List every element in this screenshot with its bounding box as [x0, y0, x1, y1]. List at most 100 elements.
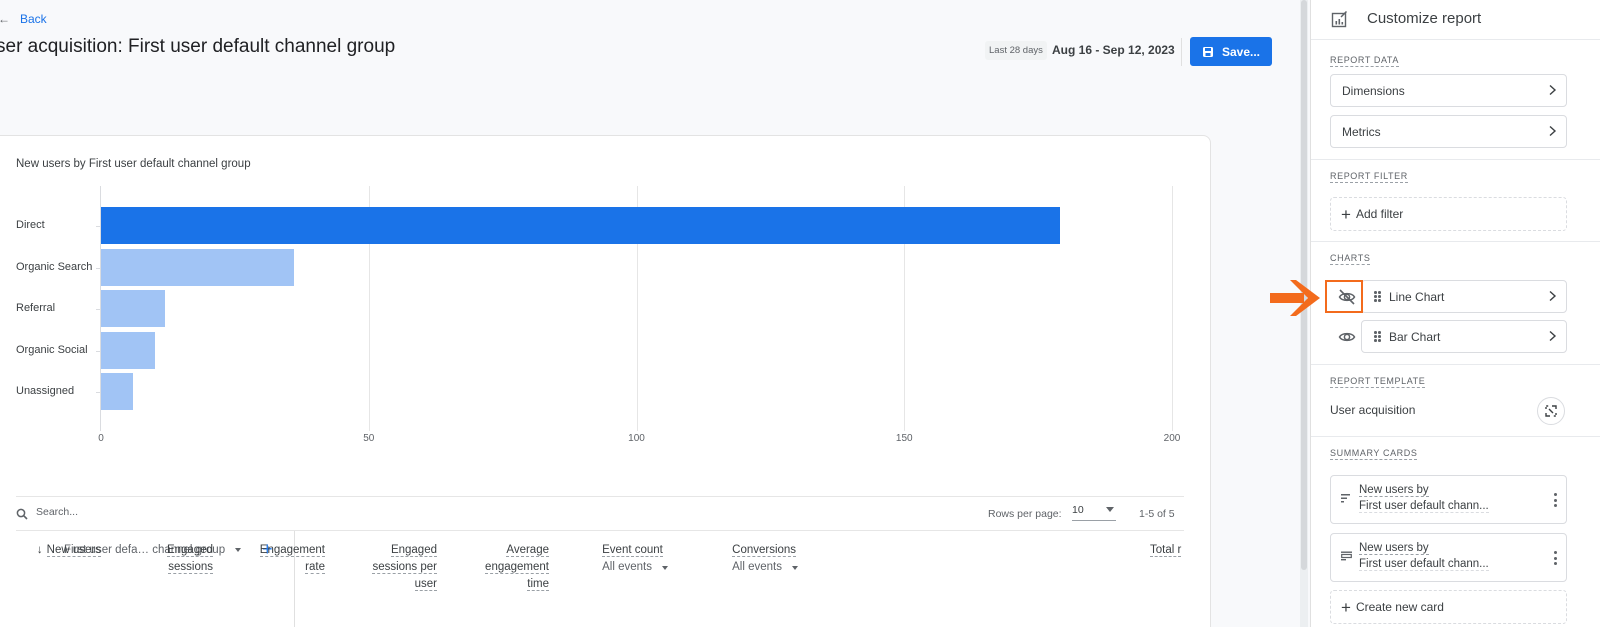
- column-header[interactable]: Event count All events: [602, 542, 668, 576]
- panel-header: Customize report: [1311, 0, 1600, 40]
- rows-per-page-label: Rows per page:: [988, 508, 1062, 520]
- chevron-right-icon: [1549, 330, 1557, 342]
- more-vert-icon[interactable]: [1554, 551, 1558, 565]
- x-tick-label: 200: [1163, 433, 1181, 444]
- rows-per-page-value: 10: [1072, 504, 1084, 516]
- section-divider: [1311, 436, 1600, 437]
- caret-down-icon: [1106, 507, 1114, 512]
- column-header-label: Total r: [1150, 544, 1182, 557]
- summary-card-title: New users by: [1359, 542, 1429, 555]
- column-header-label: Engaged: [166, 544, 213, 557]
- arrow-down-icon: ↓: [36, 544, 43, 556]
- drag-handle-icon[interactable]: [1374, 291, 1381, 302]
- section-label-report-template: REPORT TEMPLATE: [1330, 376, 1426, 388]
- save-label: Save...: [1221, 44, 1261, 59]
- unlink-template-button[interactable]: [1537, 397, 1565, 425]
- column-header-label: user: [414, 578, 437, 591]
- bar[interactable]: [101, 373, 134, 410]
- column-header[interactable]: Average engagement time: [485, 542, 549, 593]
- column-header[interactable]: Engaged sessions: [166, 542, 213, 576]
- summary-card[interactable]: New users by First user default chann...: [1330, 533, 1567, 582]
- column-header-label: New users: [46, 544, 101, 557]
- search-icon: [16, 508, 28, 520]
- column-header-label: rate: [305, 561, 325, 574]
- bar[interactable]: [101, 331, 155, 369]
- column-header[interactable]: Engagement rate: [259, 542, 325, 576]
- column-header-label: engagement: [485, 561, 549, 574]
- table-chart-icon: [1341, 551, 1352, 561]
- bar[interactable]: [101, 290, 166, 327]
- chart-item-label: Line Chart: [1389, 289, 1445, 304]
- add-filter-button[interactable]: + Add filter: [1330, 197, 1567, 231]
- caret-down-icon: [662, 565, 668, 570]
- section-label-report-filter: REPORT FILTER: [1330, 171, 1408, 183]
- chart-item-line-chart[interactable]: Line Chart: [1361, 280, 1567, 313]
- header-divider: [1181, 38, 1182, 66]
- plus-icon: +: [1341, 597, 1351, 617]
- column-header-label: Conversions: [732, 544, 797, 557]
- annotation-highlight-box: [1325, 280, 1363, 313]
- summary-card[interactable]: New users by First user default chann...: [1330, 475, 1567, 524]
- date-range-picker[interactable]: Aug 16 - Sep 12, 2023: [1052, 43, 1175, 57]
- eye-icon[interactable]: [1337, 327, 1357, 347]
- create-card-label: Create new card: [1355, 600, 1444, 614]
- column-header[interactable]: Conversions All events: [732, 542, 798, 576]
- column-header[interactable]: Total r: [1150, 542, 1184, 559]
- customize-report-panel: Customize report REPORT DATA Dimensions …: [1310, 0, 1600, 627]
- x-tick-label: 50: [363, 433, 375, 444]
- bar-chart: 0 50 100 150 200 Direct Organic Search Referral…: [0, 180, 1200, 460]
- column-filter-label: All events: [602, 561, 652, 573]
- metrics-button[interactable]: Metrics: [1330, 115, 1567, 148]
- column-header-label: Engagement: [259, 544, 325, 557]
- x-tick-label: 150: [895, 433, 913, 444]
- column-filter-dropdown[interactable]: All events: [602, 559, 668, 576]
- summary-card-subtitle: First user default chann...: [1359, 500, 1489, 513]
- section-label-charts: CHARTS: [1330, 253, 1371, 265]
- column-header-label: Event count: [602, 544, 663, 557]
- section-divider: [1311, 241, 1600, 242]
- category-label: Organic Social: [16, 343, 88, 356]
- chart-item-bar-chart[interactable]: Bar Chart: [1361, 320, 1567, 353]
- gridline: [1172, 186, 1173, 431]
- category-label: Direct: [16, 219, 45, 231]
- date-preset-chip[interactable]: Last 28 days: [985, 41, 1047, 60]
- unlink-icon: [1545, 405, 1557, 417]
- section-divider: [1311, 159, 1600, 160]
- drag-handle-icon[interactable]: [1374, 331, 1381, 342]
- category-label: Referral: [16, 302, 56, 314]
- column-filter-dropdown[interactable]: All events: [732, 559, 798, 576]
- chevron-right-icon: [1549, 84, 1557, 96]
- more-vert-icon[interactable]: [1554, 493, 1558, 507]
- add-filter-label: Add filter: [1355, 207, 1404, 221]
- column-header-label: sessions per: [372, 561, 437, 574]
- category-label: Organic Search: [16, 260, 93, 273]
- bar[interactable]: [101, 207, 1060, 244]
- dimensions-button[interactable]: Dimensions: [1330, 74, 1567, 107]
- dimensions-label: Dimensions: [1342, 83, 1405, 98]
- page-title: ser acquisition: First user default chan…: [0, 36, 396, 57]
- section-divider: [1311, 364, 1600, 365]
- column-filter-label: All events: [732, 561, 782, 573]
- chart-title: New users by First user default channel …: [16, 158, 251, 170]
- column-header-label: Engaged: [390, 544, 437, 557]
- back-link[interactable]: ← Back: [0, 12, 47, 26]
- back-label: Back: [20, 12, 47, 26]
- table-divider: [16, 496, 1184, 497]
- save-button[interactable]: Save...: [1190, 37, 1272, 66]
- bar-chart-horizontal-icon: [1341, 494, 1350, 503]
- column-header[interactable]: Engaged sessions per user: [372, 542, 437, 593]
- create-new-card-button[interactable]: + Create new card: [1330, 590, 1567, 624]
- column-header-label: time: [527, 578, 549, 591]
- bar[interactable]: [101, 248, 294, 286]
- chevron-right-icon: [1549, 125, 1557, 137]
- plus-icon: +: [1341, 204, 1351, 224]
- table-search-input[interactable]: [36, 506, 336, 518]
- rows-per-page-select[interactable]: 10: [1072, 504, 1116, 521]
- panel-title: Customize report: [1367, 10, 1482, 27]
- column-header[interactable]: ↓ New users: [37, 542, 101, 559]
- report-main-area: ← Back ser acquisition: First user defau…: [0, 0, 1308, 627]
- save-icon: [1202, 46, 1213, 57]
- metrics-label: Metrics: [1342, 124, 1381, 139]
- pagination-text: 1-5 of 5: [1139, 508, 1175, 520]
- section-label-report-data: REPORT DATA: [1330, 55, 1399, 67]
